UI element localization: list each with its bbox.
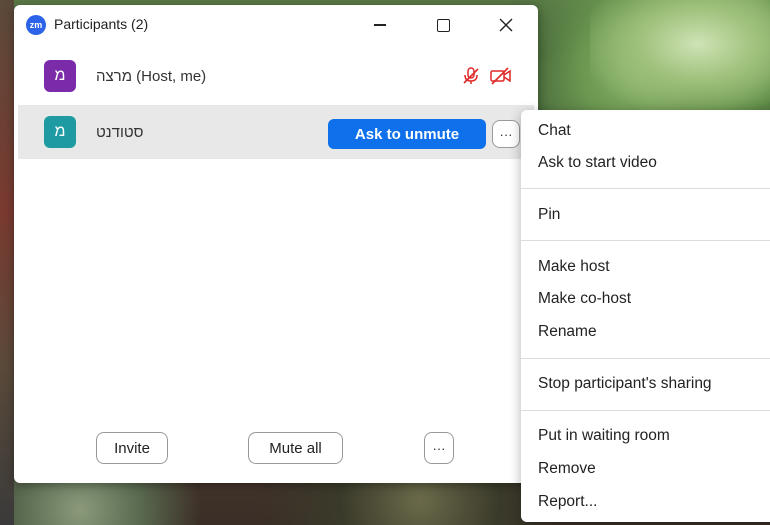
mute-all-button[interactable]: Mute all	[248, 432, 343, 464]
menu-item-report[interactable]: Report...	[538, 493, 597, 511]
avatar: מ	[44, 60, 76, 92]
video-off-icon	[490, 67, 511, 85]
footer-more-button[interactable]: ···	[424, 432, 454, 464]
menu-item-remove[interactable]: Remove	[538, 460, 596, 478]
menu-divider	[521, 410, 770, 411]
mic-muted-icon	[463, 67, 479, 84]
menu-item-stop-sharing[interactable]: Stop participant's sharing	[538, 375, 712, 393]
menu-item-waiting-room[interactable]: Put in waiting room	[538, 427, 670, 445]
participant-row-host[interactable]: מ מרצה (Host, me)	[18, 49, 534, 103]
window-title: Participants (2)	[54, 16, 149, 32]
minimize-icon	[374, 24, 386, 26]
participant-name: מרצה (Host, me)	[96, 68, 207, 85]
menu-item-make-co-host[interactable]: Make co-host	[538, 290, 631, 308]
invite-button[interactable]: Invite	[96, 432, 168, 464]
avatar: מ	[44, 116, 76, 148]
menu-item-chat[interactable]: Chat	[538, 122, 571, 140]
background-edge	[0, 0, 14, 525]
participants-panel: zm Participants (2) מ מרצה (Host, me) מ …	[14, 5, 538, 483]
participant-context-menu: Chat Ask to start video Pin Make host Ma…	[521, 110, 770, 522]
background-foliage	[590, 0, 770, 110]
title-bar: zm Participants (2)	[14, 5, 538, 45]
menu-divider	[521, 188, 770, 189]
menu-divider	[521, 240, 770, 241]
menu-item-pin[interactable]: Pin	[538, 206, 560, 224]
menu-item-make-host[interactable]: Make host	[538, 258, 610, 276]
menu-item-rename[interactable]: Rename	[538, 323, 597, 341]
participant-status	[461, 66, 513, 86]
maximize-icon	[436, 18, 450, 32]
participant-more-button[interactable]: ···	[492, 120, 520, 148]
close-button[interactable]	[486, 11, 526, 39]
menu-divider	[521, 358, 770, 359]
menu-item-ask-start-video[interactable]: Ask to start video	[538, 154, 657, 172]
ask-to-unmute-button[interactable]: Ask to unmute	[328, 119, 486, 149]
participant-row-student[interactable]: מ סטודנט Ask to unmute ···	[18, 105, 534, 159]
zoom-logo-icon: zm	[26, 15, 46, 35]
minimize-button[interactable]	[360, 11, 400, 39]
maximize-button[interactable]	[423, 11, 463, 39]
close-icon	[499, 18, 513, 32]
participant-name: סטודנט	[96, 124, 144, 141]
